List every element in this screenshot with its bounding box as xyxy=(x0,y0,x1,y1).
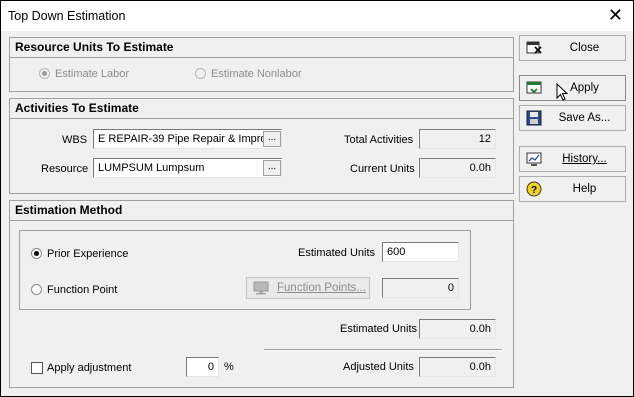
function-point-label: Function Point xyxy=(47,284,118,296)
apply-adjustment-checkbox[interactable] xyxy=(31,362,43,374)
close-window-icon xyxy=(526,40,542,56)
estimate-labor-radio[interactable] xyxy=(39,68,50,79)
estimated-units-result-label: Estimated Units xyxy=(340,323,418,335)
wbs-browse-button[interactable]: ... xyxy=(263,131,281,147)
resource-label: Resource xyxy=(41,163,89,175)
help-button-label: Help xyxy=(572,183,597,195)
wbs-value: E REPAIR-39 Pipe Repair & Improve xyxy=(98,133,279,145)
total-activities-label: Total Activities xyxy=(344,134,414,146)
activities-header: Activities To Estimate xyxy=(9,98,514,118)
prior-experience-label: Prior Experience xyxy=(47,248,129,260)
top-down-estimation-dialog: Top Down Estimation ✕ Resource Units To … xyxy=(0,0,634,397)
percent-label: % xyxy=(224,361,234,373)
estimation-method-header: Estimation Method xyxy=(9,200,514,220)
mouse-cursor-icon xyxy=(556,82,569,105)
adjusted-units-value: 0.0h xyxy=(419,357,496,377)
function-points-button-label: Function Points... xyxy=(277,282,366,294)
history-icon xyxy=(526,151,542,167)
window-title: Top Down Estimation xyxy=(8,9,126,23)
title-bar: Top Down Estimation ✕ xyxy=(1,1,633,31)
divider xyxy=(264,349,502,351)
estimated-units-input-label: Estimated Units xyxy=(298,247,376,259)
close-window-icon[interactable]: ✕ xyxy=(608,6,623,24)
total-activities-value: 12 xyxy=(419,129,496,149)
apply-adjustment-label: Apply adjustment xyxy=(47,362,132,374)
estimate-nonlabor-radio[interactable] xyxy=(195,68,206,79)
function-point-radio[interactable] xyxy=(31,284,42,295)
resource-units-header: Resource Units To Estimate xyxy=(9,37,514,57)
monitor-icon xyxy=(253,281,269,295)
close-button-label: Close xyxy=(569,42,600,54)
function-points-button[interactable]: Function Points... xyxy=(246,277,370,299)
estimated-units-result-value: 0.0h xyxy=(419,319,496,339)
help-button[interactable]: ? Help xyxy=(519,176,626,202)
current-units-value: 0.0h xyxy=(419,158,496,178)
current-units-label: Current Units xyxy=(350,163,415,175)
estimate-nonlabor-label: Estimate Nonlabor xyxy=(211,68,302,80)
estimated-units-input[interactable] xyxy=(382,242,459,262)
adjustment-percent-input[interactable]: 0 xyxy=(186,357,219,377)
resource-browse-button[interactable]: ... xyxy=(263,160,281,176)
save-as-button-label: Save As... xyxy=(558,112,611,124)
save-icon xyxy=(526,110,542,126)
estimate-labor-label: Estimate Labor xyxy=(55,68,129,80)
apply-button[interactable]: Apply xyxy=(519,75,626,101)
prior-experience-radio[interactable] xyxy=(31,248,42,259)
wbs-label: WBS xyxy=(62,134,88,146)
resource-field[interactable]: LUMPSUM Lumpsum xyxy=(93,158,282,178)
save-as-button[interactable]: Save As... xyxy=(519,105,626,131)
apply-icon xyxy=(526,80,542,96)
history-button[interactable]: History... xyxy=(519,146,626,172)
adjusted-units-label: Adjusted Units xyxy=(343,361,414,373)
help-icon: ? xyxy=(526,181,542,197)
svg-text:?: ? xyxy=(531,185,537,196)
resource-value: LUMPSUM Lumpsum xyxy=(98,162,205,174)
close-button[interactable]: Close xyxy=(519,35,626,61)
function-points-value: 0 xyxy=(382,278,459,298)
history-button-label: History... xyxy=(562,153,607,165)
wbs-field[interactable]: E REPAIR-39 Pipe Repair & Improve xyxy=(93,129,282,149)
